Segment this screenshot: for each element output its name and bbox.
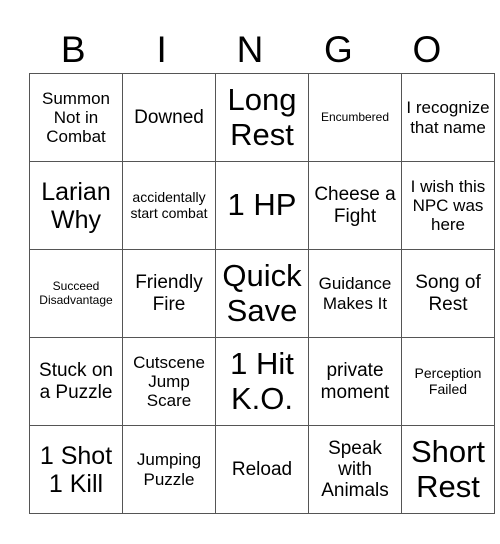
header-letter-n: N	[236, 29, 264, 70]
bingo-cell[interactable]: Downed	[122, 73, 216, 162]
bingo-cell[interactable]: Song of Rest	[401, 249, 495, 338]
bingo-cell[interactable]: 1 Shot 1 Kill	[29, 425, 123, 514]
bingo-cell[interactable]: Short Rest	[401, 425, 495, 514]
bingo-cell[interactable]: Long Rest	[215, 73, 309, 162]
bingo-cell[interactable]: Speak with Animals	[308, 425, 402, 514]
bingo-cell[interactable]: Succeed Disadvantage	[29, 249, 123, 338]
bingo-cell[interactable]: private moment	[308, 337, 402, 426]
bingo-cell[interactable]: Reload	[215, 425, 309, 514]
grid-row: 1 Shot 1 Kill Jumping Puzzle Reload Speak w…	[29, 425, 495, 514]
header-letter-g: G	[324, 29, 353, 70]
bingo-cell[interactable]: Perception Failed	[401, 337, 495, 426]
header-letter-o: O	[412, 29, 442, 70]
grid-row: Succeed Disadvantage Friendly Fire Quick S…	[29, 249, 495, 338]
grid-row: Larian Why accidentally start combat 1 HP C…	[29, 161, 495, 250]
bingo-cell[interactable]: I wish this NPC was here	[401, 161, 495, 250]
bingo-header: B I N G O	[29, 30, 471, 70]
bingo-cell[interactable]: 1 Hit K.O.	[215, 337, 309, 426]
bingo-cell[interactable]: Summon Not in Combat	[29, 73, 123, 162]
bingo-cell[interactable]: accidentally start combat	[122, 161, 216, 250]
bingo-cell[interactable]: Guidance Makes It	[308, 249, 402, 338]
bingo-cell[interactable]: 1 HP	[215, 161, 309, 250]
bingo-cell[interactable]: Encumbered	[308, 73, 402, 162]
grid-row: Summon Not in Combat Downed Long Rest Encum…	[29, 73, 495, 162]
grid-row: Stuck on a Puzzle Cutscene Jump Scare 1 Hi…	[29, 337, 495, 426]
bingo-cell[interactable]: Cutscene Jump Scare	[122, 337, 216, 426]
header-letter-i: I	[156, 29, 167, 70]
bingo-cell[interactable]: Quick Save	[215, 249, 309, 338]
bingo-cell[interactable]: Jumping Puzzle	[122, 425, 216, 514]
bingo-cell[interactable]: Cheese a Fight	[308, 161, 402, 250]
header-letter-b: B	[60, 29, 86, 70]
bingo-grid: Summon Not in Combat Downed Long Rest Encum…	[29, 73, 495, 514]
bingo-cell[interactable]: Larian Why	[29, 161, 123, 250]
bingo-cell[interactable]: Stuck on a Puzzle	[29, 337, 123, 426]
bingo-cell[interactable]: Friendly Fire	[122, 249, 216, 338]
bingo-cell[interactable]: I recognize that name	[401, 73, 495, 162]
